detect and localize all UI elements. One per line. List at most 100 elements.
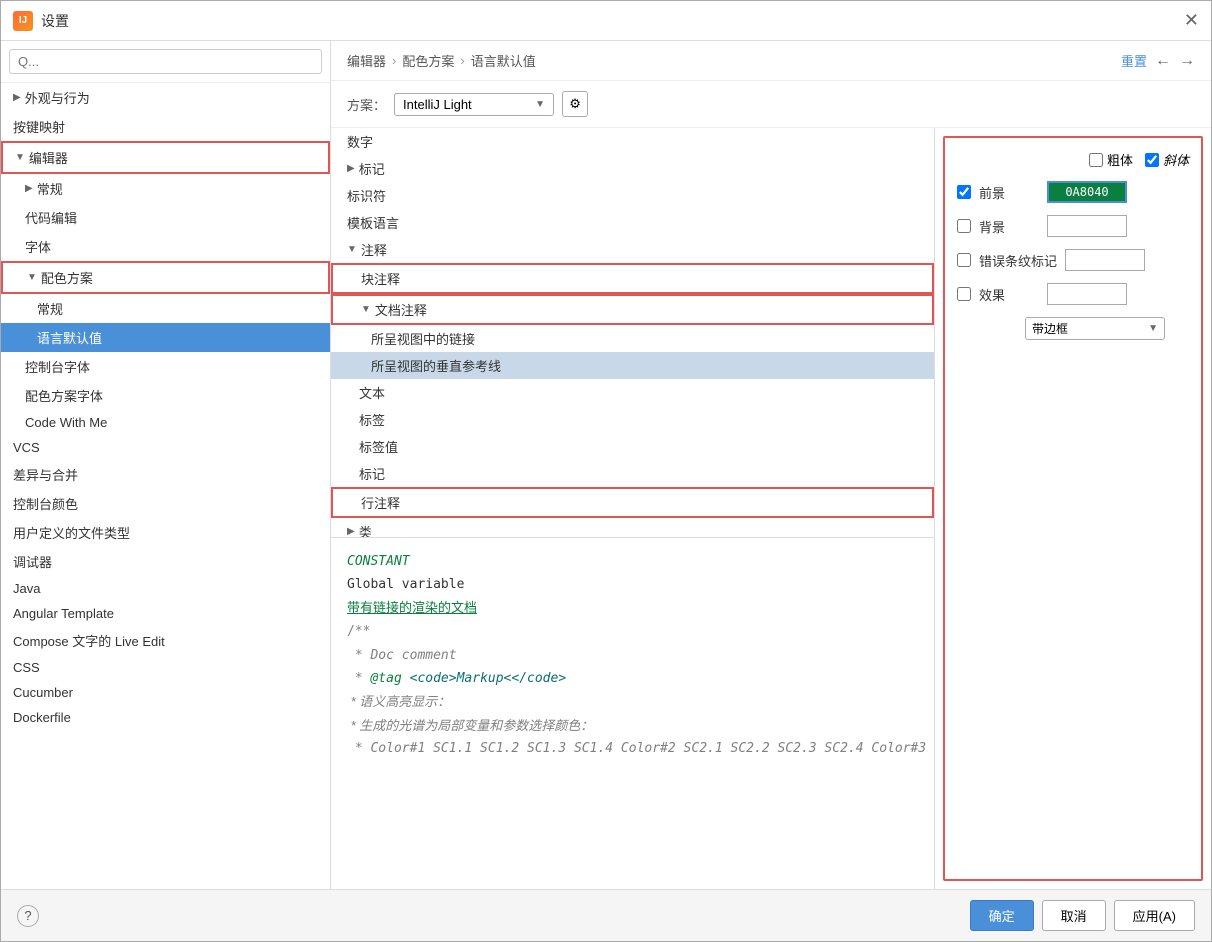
scheme-select[interactable]: IntelliJ Light ▼ — [394, 93, 554, 116]
content-area: ▶ 外观与行为 按键映射 ▼ 编辑器 ▶ 常规 — [1, 41, 1211, 889]
sidebar: ▶ 外观与行为 按键映射 ▼ 编辑器 ▶ 常规 — [1, 41, 331, 889]
item-template-lang[interactable]: 模板语言 — [331, 209, 934, 236]
item-numbers[interactable]: 数字 — [331, 128, 934, 155]
sidebar-item-appearance[interactable]: ▶ 外观与行为 — [1, 83, 330, 112]
search-box — [1, 41, 330, 83]
item-doc-vline[interactable]: 所呈视图的垂直参考线 — [331, 352, 934, 379]
title-bar-left: IJ 设置 — [13, 11, 69, 31]
items-list: 数字 ▶ 标记 标识符 模板语言 — [331, 128, 934, 538]
help-button[interactable]: ? — [17, 905, 39, 927]
sidebar-item-label: 配色方案字体 — [25, 386, 103, 405]
sidebar-item-vcs[interactable]: VCS — [1, 435, 330, 460]
sidebar-item-dockerfile[interactable]: Dockerfile — [1, 705, 330, 730]
close-button[interactable]: ✕ — [1184, 10, 1199, 31]
item-comments[interactable]: ▼ 注释 — [331, 236, 934, 263]
error-stripe-checkbox[interactable] — [957, 253, 971, 267]
preview-semantic: * 语义高亮显示： — [347, 690, 918, 713]
preview-tag-line: * @tag <code>Markup<</code> — [347, 667, 918, 690]
sidebar-item-angular[interactable]: Angular Template — [1, 601, 330, 626]
sidebar-item-editor[interactable]: ▼ 编辑器 — [1, 141, 330, 174]
sidebar-item-label: 控制台颜色 — [13, 494, 78, 513]
sidebar-item-css[interactable]: CSS — [1, 655, 330, 680]
sidebar-item-debugger[interactable]: 调试器 — [1, 547, 330, 576]
background-label: 背景 — [979, 217, 1039, 236]
bottom-left: ? — [17, 905, 39, 927]
sidebar-item-font[interactable]: 字体 — [1, 232, 330, 261]
item-line-comment[interactable]: 行注释 — [331, 487, 934, 518]
item-label: 标识符 — [347, 186, 386, 205]
bold-checkbox[interactable] — [1089, 153, 1103, 167]
item-tags[interactable]: 标签 — [331, 406, 934, 433]
sidebar-item-compose[interactable]: Compose 文字的 Live Edit — [1, 626, 330, 655]
sidebar-item-label: 配色方案 — [41, 268, 93, 287]
sidebar-item-label: Dockerfile — [13, 710, 71, 725]
sidebar-item-label: 外观与行为 — [25, 88, 90, 107]
right-panel: 粗体 斜体 前景 0A8040 — [943, 136, 1203, 881]
item-markers[interactable]: ▶ 标记 — [331, 155, 934, 182]
sidebar-item-label: Cucumber — [13, 685, 73, 700]
effect-color-box[interactable] — [1047, 283, 1127, 305]
sidebar-item-general[interactable]: ▶ 常规 — [1, 174, 330, 203]
sidebar-item-label: Angular Template — [13, 606, 114, 621]
effect-checkbox[interactable] — [957, 287, 971, 301]
nav-list: ▶ 外观与行为 按键映射 ▼ 编辑器 ▶ 常规 — [1, 83, 330, 889]
background-color-box[interactable] — [1047, 215, 1127, 237]
sidebar-item-colorscheme-font[interactable]: 配色方案字体 — [1, 381, 330, 410]
sidebar-item-file-types[interactable]: 用户定义的文件类型 — [1, 518, 330, 547]
item-label: 文本 — [359, 383, 385, 402]
foreground-color-box[interactable]: 0A8040 — [1047, 181, 1127, 203]
item-label: 注释 — [361, 240, 387, 259]
item-block-comment[interactable]: 块注释 — [331, 263, 934, 294]
sidebar-item-language-defaults[interactable]: 语言默认值 — [1, 323, 330, 352]
effect-type-select[interactable]: 带边框 ▼ — [1025, 317, 1165, 340]
sidebar-item-codeediting[interactable]: 代码编辑 — [1, 203, 330, 232]
item-doc-comment[interactable]: ▼ 文档注释 — [331, 294, 934, 325]
preview-global: Global variable — [347, 573, 918, 596]
sidebar-item-label: 用户定义的文件类型 — [13, 523, 130, 542]
search-input[interactable] — [9, 49, 322, 74]
item-mark[interactable]: 标记 — [331, 460, 934, 487]
foreground-row: 前景 0A8040 — [957, 181, 1189, 203]
sidebar-item-diff[interactable]: 差异与合并 — [1, 460, 330, 489]
gear-button[interactable]: ⚙ — [562, 91, 588, 117]
back-button[interactable]: ← — [1155, 52, 1171, 70]
item-tag-value[interactable]: 标签值 — [331, 433, 934, 460]
item-label: 块注释 — [361, 269, 400, 288]
sidebar-item-colorscheme-general[interactable]: 常规 — [1, 294, 330, 323]
cancel-button[interactable]: 取消 — [1042, 900, 1106, 931]
sidebar-item-label: 常规 — [37, 179, 63, 198]
forward-button[interactable]: → — [1179, 52, 1195, 70]
sidebar-item-console-color[interactable]: 控制台颜色 — [1, 489, 330, 518]
reset-button[interactable]: 重置 — [1121, 51, 1147, 70]
sidebar-item-console-font[interactable]: 控制台字体 — [1, 352, 330, 381]
ok-button[interactable]: 确定 — [970, 900, 1034, 931]
arrow-icon: ▶ — [25, 183, 33, 194]
item-text[interactable]: 文本 — [331, 379, 934, 406]
background-row: 背景 — [957, 215, 1189, 237]
sidebar-item-keymap[interactable]: 按键映射 — [1, 112, 330, 141]
sidebar-item-codewithme[interactable]: Code With Me — [1, 410, 330, 435]
italic-checkbox[interactable] — [1145, 153, 1159, 167]
apply-button[interactable]: 应用(A) — [1114, 900, 1195, 931]
item-class[interactable]: ▶ 类 — [331, 518, 934, 538]
sidebar-item-colorscheme[interactable]: ▼ 配色方案 — [1, 261, 330, 294]
sidebar-item-cucumber[interactable]: Cucumber — [1, 680, 330, 705]
bold-label[interactable]: 粗体 — [1089, 150, 1133, 169]
sidebar-item-label: 字体 — [25, 237, 51, 256]
foreground-checkbox[interactable] — [957, 185, 971, 199]
item-label: 模板语言 — [347, 213, 399, 232]
sidebar-item-label: Java — [13, 581, 40, 596]
error-stripe-color-box[interactable] — [1065, 249, 1145, 271]
italic-label[interactable]: 斜体 — [1145, 150, 1189, 169]
arrow-icon: ▼ — [15, 152, 25, 163]
sidebar-item-java[interactable]: Java — [1, 576, 330, 601]
sidebar-item-label: 调试器 — [13, 552, 52, 571]
item-identifiers[interactable]: 标识符 — [331, 182, 934, 209]
title-bar: IJ 设置 ✕ — [1, 1, 1211, 41]
bottom-right: 确定 取消 应用(A) — [970, 900, 1195, 931]
error-stripe-row: 错误条纹标记 — [957, 249, 1189, 271]
sidebar-item-label: 常规 — [37, 299, 63, 318]
sidebar-item-label: 控制台字体 — [25, 357, 90, 376]
item-doc-link[interactable]: 所呈视图中的链接 — [331, 325, 934, 352]
background-checkbox[interactable] — [957, 219, 971, 233]
